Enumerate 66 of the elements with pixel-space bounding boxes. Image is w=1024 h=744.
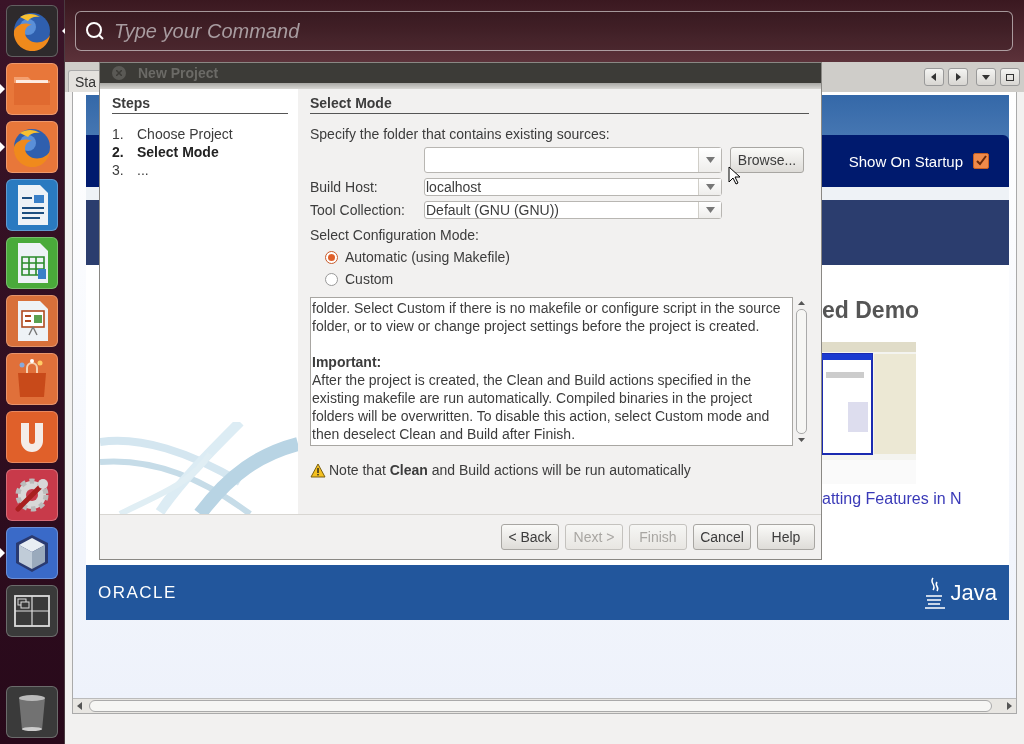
step-label: Select Mode: [137, 144, 219, 161]
scroll-right-button[interactable]: [948, 68, 968, 86]
down-arrow-icon[interactable]: [797, 438, 805, 442]
up-arrow-icon[interactable]: [797, 301, 805, 305]
dropdown-arrow-icon[interactable]: [705, 207, 715, 213]
warning-icon: [310, 462, 326, 478]
build-host-label: Build Host:: [310, 179, 379, 195]
tool-collection-label: Tool Collection:: [310, 202, 406, 218]
globe-icon[interactable]: [6, 121, 58, 173]
wizard-button[interactable]: Cancel: [693, 524, 751, 550]
step-number: 1.: [112, 126, 125, 143]
show-on-startup-checkbox[interactable]: [973, 153, 989, 169]
shopping-bag-icon[interactable]: [6, 353, 58, 405]
cube-icon[interactable]: [6, 527, 58, 579]
left-arrow-icon: [930, 73, 938, 81]
demo-heading: ed Demo: [822, 297, 921, 324]
folder-label: Specify the folder that contains existing sources:: [310, 126, 611, 142]
workspaces-icon[interactable]: [6, 585, 58, 637]
scroll-left-button[interactable]: [924, 68, 944, 86]
panel-heading: Select Mode: [310, 95, 809, 114]
radio-button[interactable]: [325, 250, 338, 264]
spreadsheet-icon[interactable]: [6, 237, 58, 289]
wizard-button[interactable]: Help: [757, 524, 815, 550]
step-number: 2.: [112, 144, 125, 161]
globe-icon[interactable]: [6, 5, 58, 57]
radio-label[interactable]: Automatic (using Makefile): [345, 249, 510, 265]
u-tile-icon[interactable]: [6, 411, 58, 463]
right-arrow-icon: [954, 73, 962, 81]
java-logo: Java: [950, 579, 997, 606]
mouse-pointer-icon: [728, 166, 740, 185]
description-text: After the project is created, the Clean and Build actions specified in the existing makefile are run automatically. Compiled binaries in the project folders will be overwritten. To disable this action, select Custom mode and then deselect Clean and Build after Finish.: [312, 371, 771, 443]
note-text: Note that Clean and Build actions will be run automatically: [329, 462, 691, 478]
mode-label: Select Configuration Mode:: [310, 227, 480, 243]
trash-icon[interactable]: [6, 686, 58, 738]
tutorial-link[interactable]: atting Features in N: [822, 490, 962, 508]
folder-icon[interactable]: [6, 63, 58, 115]
tool-collection-dropdown[interactable]: Default (GNU (GNU)): [424, 201, 722, 219]
presentation-icon[interactable]: [6, 295, 58, 347]
document-icon[interactable]: [6, 179, 58, 231]
radio-button[interactable]: [325, 272, 338, 286]
command-field[interactable]: Type your Command: [75, 11, 1013, 51]
step-label: Choose Project: [137, 126, 233, 143]
wizard-button[interactable]: < Back: [501, 524, 559, 550]
maximize-icon: [1006, 73, 1014, 81]
close-icon: [116, 70, 122, 76]
description-text: folder. Select Custom if there is no makefile or configure script in the source folder, or to view or change project settings before the project is created.: [312, 299, 782, 335]
search-icon: [85, 21, 105, 41]
step-number: 3.: [112, 162, 125, 179]
steps-heading: Steps: [112, 95, 288, 114]
description-heading: Important:: [312, 353, 383, 371]
tab-list-button[interactable]: [976, 68, 996, 86]
right-arrow-icon[interactable]: [1006, 702, 1012, 710]
dropdown-arrow-icon[interactable]: [705, 157, 715, 163]
show-on-startup-label: Show On Startup: [848, 152, 963, 170]
coffee-cup-icon: [922, 575, 947, 610]
down-arrow-icon: [982, 73, 990, 81]
build-host-dropdown[interactable]: localhost: [424, 178, 722, 196]
left-arrow-icon[interactable]: [77, 702, 83, 710]
dropdown-arrow-icon[interactable]: [705, 184, 715, 190]
gear-wrench-icon[interactable]: [6, 469, 58, 521]
company-logo: ORACLE: [98, 582, 177, 603]
browse-button[interactable]: Browse...: [730, 147, 804, 173]
horizontal-scrollbar[interactable]: [73, 698, 1016, 713]
maximize-button[interactable]: [1000, 68, 1020, 86]
step-label: ...: [137, 162, 149, 179]
radio-label[interactable]: Custom: [345, 271, 394, 287]
